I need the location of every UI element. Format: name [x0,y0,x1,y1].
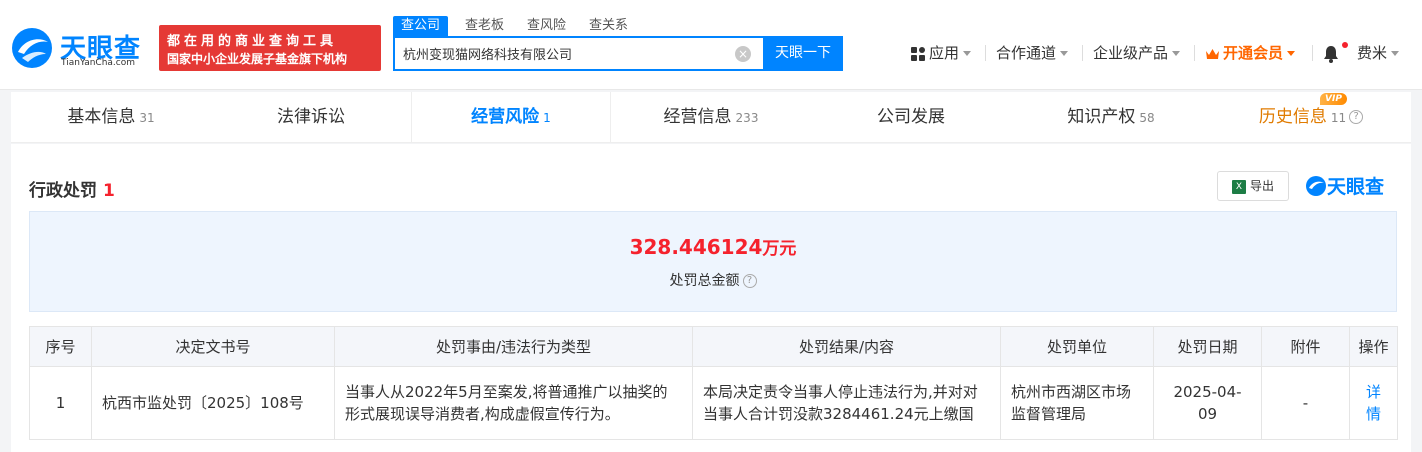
nav-divider [1082,45,1083,61]
logo-subtitle: TianYanCha.com [61,58,136,68]
table-header-row: 序号 决定文书号 处罚事由/违法行为类型 处罚结果/内容 处罚单位 处罚日期 附… [29,326,1398,367]
search-tab-relation[interactable]: 查关系 [589,16,628,36]
tab-label: 历史信息 [1258,107,1327,127]
nav-channels[interactable]: 合作通道 [996,42,1069,64]
nav-apps-label: 应用 [929,44,960,62]
crown-icon [1206,49,1219,59]
notification-dot [1342,42,1348,48]
details-link[interactable]: 详情 [1349,366,1398,440]
nav-channels-label: 合作通道 [996,44,1057,62]
chevron-down-icon [1287,51,1296,56]
tab-label: 公司发展 [877,107,945,127]
export-label: 导出 [1249,179,1274,193]
tab-count: 31 [139,111,155,125]
col-header-index: 序号 [29,326,92,367]
tab-history[interactable]: 历史信息 11? [1211,92,1411,143]
col-header-date: 处罚日期 [1153,326,1262,367]
tab-business-info[interactable]: 经营信息 233 [611,92,811,143]
cell-date: 2025-04-09 [1153,366,1262,440]
export-button[interactable]: X 导出 [1217,171,1289,201]
search-box: × [393,36,763,71]
chevron-down-icon [1060,51,1069,56]
nav-divider [985,45,986,61]
cell-attachment: - [1261,366,1350,440]
tab-count: 11 [1330,111,1347,125]
col-header-result: 处罚结果/内容 [692,326,1001,367]
col-header-action: 操作 [1349,326,1398,367]
nav-enterprise-label: 企业级产品 [1093,44,1169,62]
cell-result: 本局决定责令当事人停止违法行为,并对对当事人合计罚没款3284461.24元上缴… [692,366,1001,440]
vip-badge: VIP [1320,93,1347,105]
help-icon[interactable]: ? [742,274,757,288]
col-header-attachment: 附件 [1261,326,1350,367]
tab-count: 233 [735,111,759,125]
chevron-down-icon [963,51,972,56]
col-header-doc-no: 决定文书号 [91,326,335,367]
nav-divider [1194,45,1195,61]
cell-index: 1 [29,366,92,440]
tab-label: 经营信息 [663,107,732,127]
nav-enterprise[interactable]: 企业级产品 [1093,42,1181,64]
search-tab-boss[interactable]: 查老板 [465,16,504,36]
tab-basic-info[interactable]: 基本信息 31 [11,92,211,143]
promo-line-1: 都在用的商业查询工具 [167,34,338,49]
amount-value: 328.446124 [629,235,763,259]
tab-label: 经营风险 [471,107,540,127]
cell-reason: 当事人从2022年5月至案发,将普通推广以抽奖的形式展现误导消费者,构成虚假宣传… [334,366,693,440]
top-header: 天眼查 TianYanCha.com 都在用的商业查询工具 国家中小企业发展子基… [0,0,1422,90]
tab-legal[interactable]: 法律诉讼 [211,92,411,143]
tab-count: 1 [543,111,551,125]
tab-development[interactable]: 公司发展 [811,92,1011,143]
search-button[interactable]: 天眼一下 [763,36,843,71]
company-tabs: 基本信息 31 法律诉讼 经营风险 1 经营信息 233 公司发展 知识产权 58 历史… [11,92,1411,143]
grid-icon [911,46,925,61]
tab-label: 知识产权 [1067,107,1136,127]
user-name: 费米 [1357,44,1388,62]
help-icon[interactable]: ? [1349,110,1364,124]
amount-unit: 万元 [762,239,797,259]
tianyancha-logo[interactable]: 天眼查 TianYanCha.com [10,26,152,70]
section-title-text: 行政处罚 [29,181,97,201]
tab-label: 法律诉讼 [277,107,345,127]
cell-authority: 杭州市西湖区市场监督管理局 [1000,366,1154,440]
logo-icon [12,28,52,68]
promo-line-2: 国家中小企业发展子基金旗下机构 [167,52,348,66]
penalty-total-amount: 328.446124万元 [30,234,1396,259]
penalty-total-label: 处罚总金额? [30,270,1396,290]
table-row: 1 杭西市监处罚〔2025〕108号 当事人从2022年5月至案发,将普通推广以… [29,366,1398,440]
nav-vip-label: 开通会员 [1223,44,1284,62]
admin-penalty-panel: 行政处罚 1 X 导出 天眼查 328.446124万元 处罚总金额? 序号 决定文… [11,144,1411,452]
tab-business-risk[interactable]: 经营风险 1 [411,92,611,143]
nav-divider [1312,45,1313,61]
summary-label: 处罚总金额 [669,273,740,289]
cell-doc-no: 杭西市监处罚〔2025〕108号 [91,366,335,440]
tab-label: 基本信息 [67,107,136,127]
clear-icon[interactable]: × [735,46,751,62]
col-header-authority: 处罚单位 [1000,326,1154,367]
nav-user[interactable]: 费米 [1357,42,1400,64]
bell-icon[interactable] [1323,45,1339,63]
section-title: 行政处罚 1 [29,176,115,201]
tab-ip[interactable]: 知识产权 58 [1011,92,1211,143]
excel-icon: X [1231,179,1246,194]
logo-icon [1306,176,1326,196]
penalty-summary: 328.446124万元 处罚总金额? [29,211,1397,312]
penalty-table: 序号 决定文书号 处罚事由/违法行为类型 处罚结果/内容 处罚单位 处罚日期 附… [29,326,1398,440]
tab-count: 58 [1139,111,1155,125]
section-count: 1 [103,181,115,201]
search-input[interactable] [403,38,723,69]
brand-text: 天眼查 [1327,176,1385,198]
promo-banner[interactable]: 都在用的商业查询工具 国家中小企业发展子基金旗下机构 [159,25,381,71]
search-tab-risk[interactable]: 查风险 [527,16,566,36]
chevron-down-icon [1391,51,1400,56]
chevron-down-icon [1172,51,1181,56]
nav-vip[interactable]: 开通会员 [1205,42,1296,64]
col-header-reason: 处罚事由/违法行为类型 [334,326,693,367]
search-tab-company[interactable]: 查公司 [393,16,449,36]
nav-apps[interactable]: 应用 [911,42,972,64]
brand-watermark: 天眼查 [1305,172,1384,198]
